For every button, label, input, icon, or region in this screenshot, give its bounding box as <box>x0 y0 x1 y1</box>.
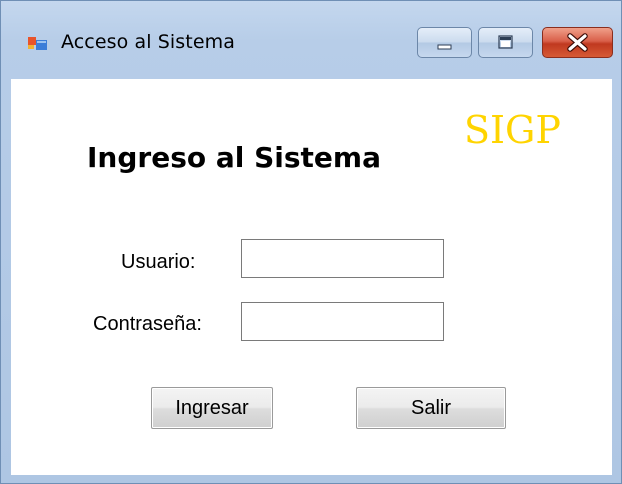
window-title: Acceso al Sistema <box>61 31 235 53</box>
close-button[interactable] <box>542 27 613 58</box>
username-label: Usuario: <box>121 251 196 273</box>
login-button[interactable]: Ingresar <box>151 387 273 429</box>
minimize-icon <box>437 44 452 50</box>
close-icon <box>567 33 588 52</box>
maximize-icon <box>498 35 513 49</box>
maximize-button[interactable] <box>478 27 533 58</box>
minimize-button[interactable] <box>417 27 472 58</box>
page-title: Ingreso al Sistema <box>87 141 381 174</box>
app-window-icon <box>28 35 48 51</box>
password-input[interactable] <box>241 302 444 341</box>
username-input[interactable] <box>241 239 444 278</box>
sigp-logo: SIGP <box>464 108 561 152</box>
title-bar[interactable]: Acceso al Sistema <box>1 1 621 79</box>
exit-button[interactable]: Salir <box>356 387 506 429</box>
password-label: Contraseña: <box>93 313 202 335</box>
